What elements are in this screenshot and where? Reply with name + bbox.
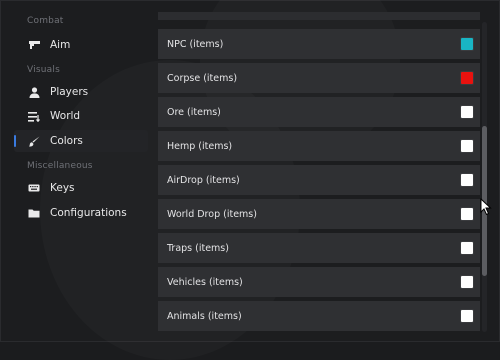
section-title-miscellaneous: Miscellaneous [27,161,93,171]
sidebar-item-players[interactable]: Players [14,81,148,103]
mouse-cursor-icon [480,198,492,216]
color-row-traps[interactable]: Traps (items) [158,233,480,263]
sidebar-item-colors[interactable]: Colors [14,130,148,152]
sidebar-item-aim[interactable]: Aim [14,34,148,56]
color-row-hemp[interactable]: Hemp (items) [158,131,480,161]
sidebar-item-label: Configurations [50,207,127,219]
color-row-airdrop[interactable]: AirDrop (items) [158,165,480,195]
person-icon [26,84,42,100]
color-row-corpse[interactable]: Corpse (items) [158,63,480,93]
color-row-world-drop[interactable]: World Drop (items) [158,199,480,229]
sidebar-item-label: World [50,110,81,122]
row-label: Animals (items) [167,310,242,322]
row-label: Traps (items) [167,242,229,254]
color-swatch[interactable] [460,37,474,51]
sidebar-item-label: Keys [50,182,75,194]
sidebar-item-keys[interactable]: Keys [14,177,148,199]
brush-icon [26,133,42,149]
color-swatch[interactable] [460,309,474,323]
color-row-vehicles[interactable]: Vehicles (items) [158,267,480,297]
color-row-npc[interactable]: NPC (items) [158,29,480,59]
section-title-visuals: Visuals [27,65,60,75]
keyboard-icon [26,180,42,196]
folder-icon [26,205,42,221]
row-label: Hemp (items) [167,140,233,152]
sidebar-item-label: Aim [50,39,71,51]
sidebar-item-label: Players [50,86,89,98]
sidebar-item-label: Colors [50,135,83,147]
colors-panel: NPC (items) Corpse (items) Ore (items) H… [158,0,480,342]
row-label: Vehicles (items) [167,276,243,288]
color-swatch[interactable] [460,275,474,289]
color-swatch[interactable] [460,173,474,187]
sidebar: Combat Aim Visuals Players World Colors … [0,0,150,342]
active-indicator [14,135,16,147]
color-swatch[interactable] [460,241,474,255]
color-swatch[interactable] [460,139,474,153]
color-swatch[interactable] [460,207,474,221]
sidebar-item-world[interactable]: World [14,105,148,127]
section-title-combat: Combat [27,16,64,26]
panel-header-strip [158,12,480,20]
row-label: NPC (items) [167,38,224,50]
row-label: AirDrop (items) [167,174,240,186]
gun-icon [26,37,42,53]
row-label: World Drop (items) [167,208,257,220]
color-row-animals[interactable]: Animals (items) [158,301,480,331]
row-label: Corpse (items) [167,72,238,84]
list-icon [26,108,42,124]
color-swatch[interactable] [460,105,474,119]
color-swatch[interactable] [460,71,474,85]
color-row-ore[interactable]: Ore (items) [158,97,480,127]
row-label: Ore (items) [167,106,221,118]
sidebar-item-configurations[interactable]: Configurations [14,202,148,224]
